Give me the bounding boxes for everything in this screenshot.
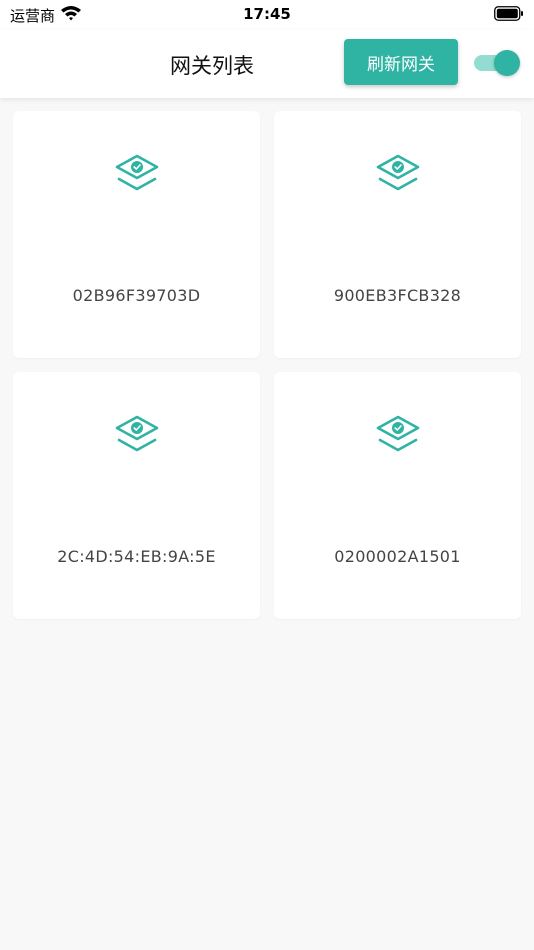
toggle-knob [494, 50, 520, 76]
gateway-id: 900EB3FCB328 [333, 286, 462, 305]
refresh-gateways-button[interactable]: 刷新网关 [344, 39, 458, 85]
status-time: 17:45 [243, 5, 291, 23]
gateway-icon [115, 415, 159, 452]
gateway-card[interactable]: 2C:4D:54:EB:9A:5E [13, 372, 260, 619]
gateway-card[interactable]: 0200002A1501 [274, 372, 521, 619]
gateway-icon [115, 154, 159, 191]
gateway-id: 2C:4D:54:EB:9A:5E [57, 547, 216, 566]
gateway-id: 0200002A1501 [334, 547, 461, 566]
battery-icon [494, 6, 523, 21]
status-bar: 运营商 17:45 [0, 0, 534, 30]
gateway-card[interactable]: 02B96F39703D [13, 111, 260, 358]
gateway-icon [376, 154, 420, 191]
gateway-id: 02B96F39703D [72, 286, 201, 305]
toggle-switch[interactable] [474, 50, 522, 76]
gateway-card[interactable]: 900EB3FCB328 [274, 111, 521, 358]
app-header: 网关列表 刷新网关 [0, 30, 534, 98]
gateway-icon [376, 415, 420, 452]
